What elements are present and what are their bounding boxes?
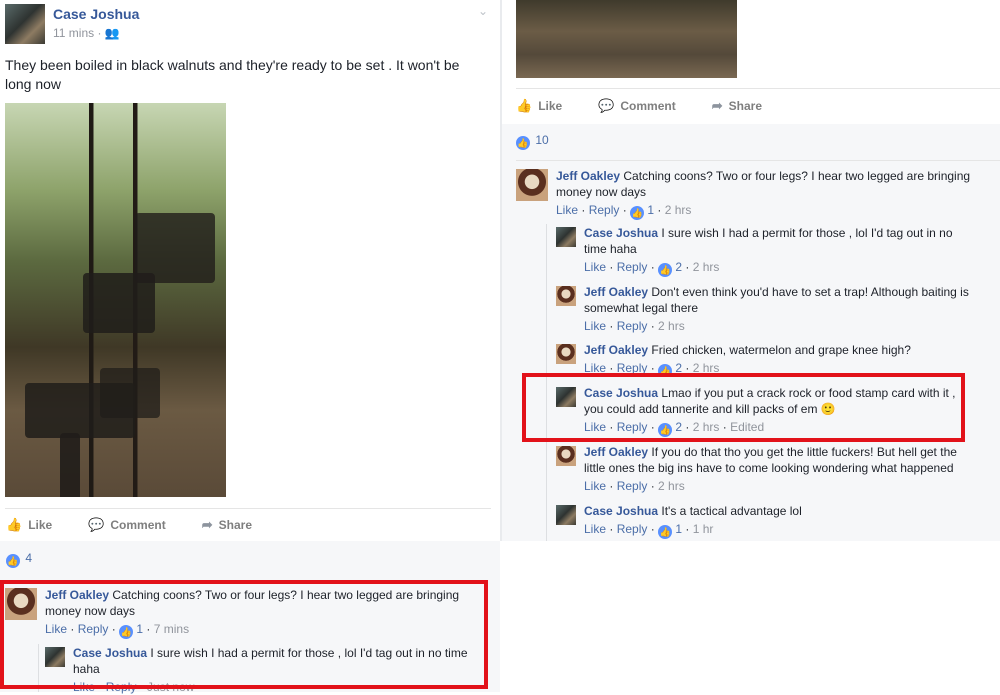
like-badge-icon: 👍	[6, 554, 20, 568]
comment-like-link[interactable]: Like	[556, 203, 578, 217]
comment-icon: 💬	[598, 98, 615, 113]
comment-time[interactable]: 2 hrs	[693, 260, 720, 274]
comment-like-link[interactable]: Like	[584, 319, 606, 333]
post-time: 11 mins	[53, 26, 95, 40]
author-name[interactable]: Case Joshua	[53, 6, 139, 22]
post-photo[interactable]	[5, 103, 226, 497]
comment-like-count[interactable]: 1	[675, 522, 682, 536]
thumb-up-icon: 👍	[516, 98, 533, 113]
share-button[interactable]: ➦ Share	[202, 517, 252, 533]
comment-icon: 💬	[88, 517, 105, 532]
comment-author[interactable]: Jeff Oakley	[584, 445, 648, 459]
comment-reply-link[interactable]: Reply	[589, 203, 620, 217]
comment-like-link[interactable]: Like	[584, 260, 606, 274]
comment-button[interactable]: 💬 Comment	[88, 517, 166, 533]
post-action-bar: 👍 Like 💬 Comment ➦ Share	[6, 517, 252, 533]
reply-item: Jeff Oakley Fried chicken, watermelon an…	[584, 342, 976, 374]
thumb-up-icon: 👍	[6, 517, 23, 532]
comment-reply-link[interactable]: Reply	[617, 522, 648, 536]
comment-item: Jeff Oakley Catching coons? Two or four …	[556, 169, 971, 220]
comment-author[interactable]: Jeff Oakley	[584, 285, 648, 299]
left-post: Case Joshua 11 mins · 👥 ⌄ They been boil…	[0, 0, 500, 694]
comment-reply-link[interactable]: Reply	[617, 260, 648, 274]
comment-text: It's a tactical advantage lol	[661, 504, 802, 518]
share-icon: ➦	[711, 98, 723, 113]
reply-item: Jeff Oakley If you do that tho you get t…	[584, 445, 957, 493]
reply-item: Case Joshua It's a tactical advantage lo…	[584, 504, 802, 539]
comment-like-link[interactable]: Like	[584, 522, 606, 536]
comments-section: 👍 10 Jeff Oakley Catching coons? Two or …	[502, 124, 1000, 541]
chevron-down-icon[interactable]: ⌄	[478, 4, 488, 18]
comment-time[interactable]: 1 hr	[693, 522, 714, 536]
like-badge-icon: 👍	[630, 206, 645, 220]
commenter-avatar[interactable]	[516, 169, 548, 201]
comment-time[interactable]: 2 hrs	[658, 319, 685, 333]
commenter-avatar[interactable]	[556, 505, 576, 525]
comment-time[interactable]: 2 hrs	[665, 203, 692, 217]
share-icon: ➦	[201, 517, 213, 532]
comment-reply-link[interactable]: Reply	[617, 319, 648, 333]
comment-author[interactable]: Jeff Oakley	[556, 169, 620, 183]
reactions-summary[interactable]: 👍 4	[6, 551, 32, 568]
like-badge-icon: 👍	[516, 136, 530, 150]
highlight-box	[0, 580, 488, 689]
comment-text: Fried chicken, watermelon and grape knee…	[651, 343, 911, 357]
comment-author[interactable]: Case Joshua	[584, 226, 658, 240]
commenter-avatar[interactable]	[556, 227, 576, 247]
author-avatar[interactable]	[5, 4, 45, 44]
commenter-avatar[interactable]	[556, 344, 576, 364]
comment-like-count[interactable]: 2	[675, 260, 682, 274]
reactions-summary[interactable]: 👍 10	[516, 133, 549, 150]
comment-like-link[interactable]: Like	[584, 479, 606, 493]
comment-time[interactable]: 2 hrs	[658, 479, 685, 493]
comment-button[interactable]: 💬 Comment	[598, 98, 676, 114]
comment-reply-link[interactable]: Reply	[617, 479, 648, 493]
like-button[interactable]: 👍 Like	[6, 517, 52, 533]
commenter-avatar[interactable]	[556, 286, 576, 306]
reply-item: Jeff Oakley Don't even think you'd have …	[584, 285, 969, 333]
comment-author[interactable]: Jeff Oakley	[584, 343, 648, 357]
reply-item: Case Joshua I sure wish I had a permit f…	[584, 226, 953, 277]
post-photo[interactable]	[516, 0, 737, 78]
like-badge-icon: 👍	[658, 525, 673, 539]
right-post: 👍 Like 💬 Comment ➦ Share 👍 10 Jeff Oakley C…	[502, 0, 1000, 541]
comment-like-count[interactable]: 1	[647, 203, 654, 217]
comment-author[interactable]: Case Joshua	[584, 504, 658, 518]
like-button[interactable]: 👍 Like	[516, 98, 562, 114]
friends-icon: 👥	[104, 26, 120, 40]
post-text: They been boiled in black walnuts and th…	[5, 57, 460, 92]
like-badge-icon: 👍	[658, 263, 673, 277]
post-timestamp[interactable]: 11 mins · 👥	[53, 26, 120, 40]
commenter-avatar[interactable]	[556, 446, 576, 466]
highlight-box	[522, 373, 965, 442]
share-button[interactable]: ➦ Share	[712, 98, 762, 114]
post-action-bar: 👍 Like 💬 Comment ➦ Share	[516, 98, 762, 114]
